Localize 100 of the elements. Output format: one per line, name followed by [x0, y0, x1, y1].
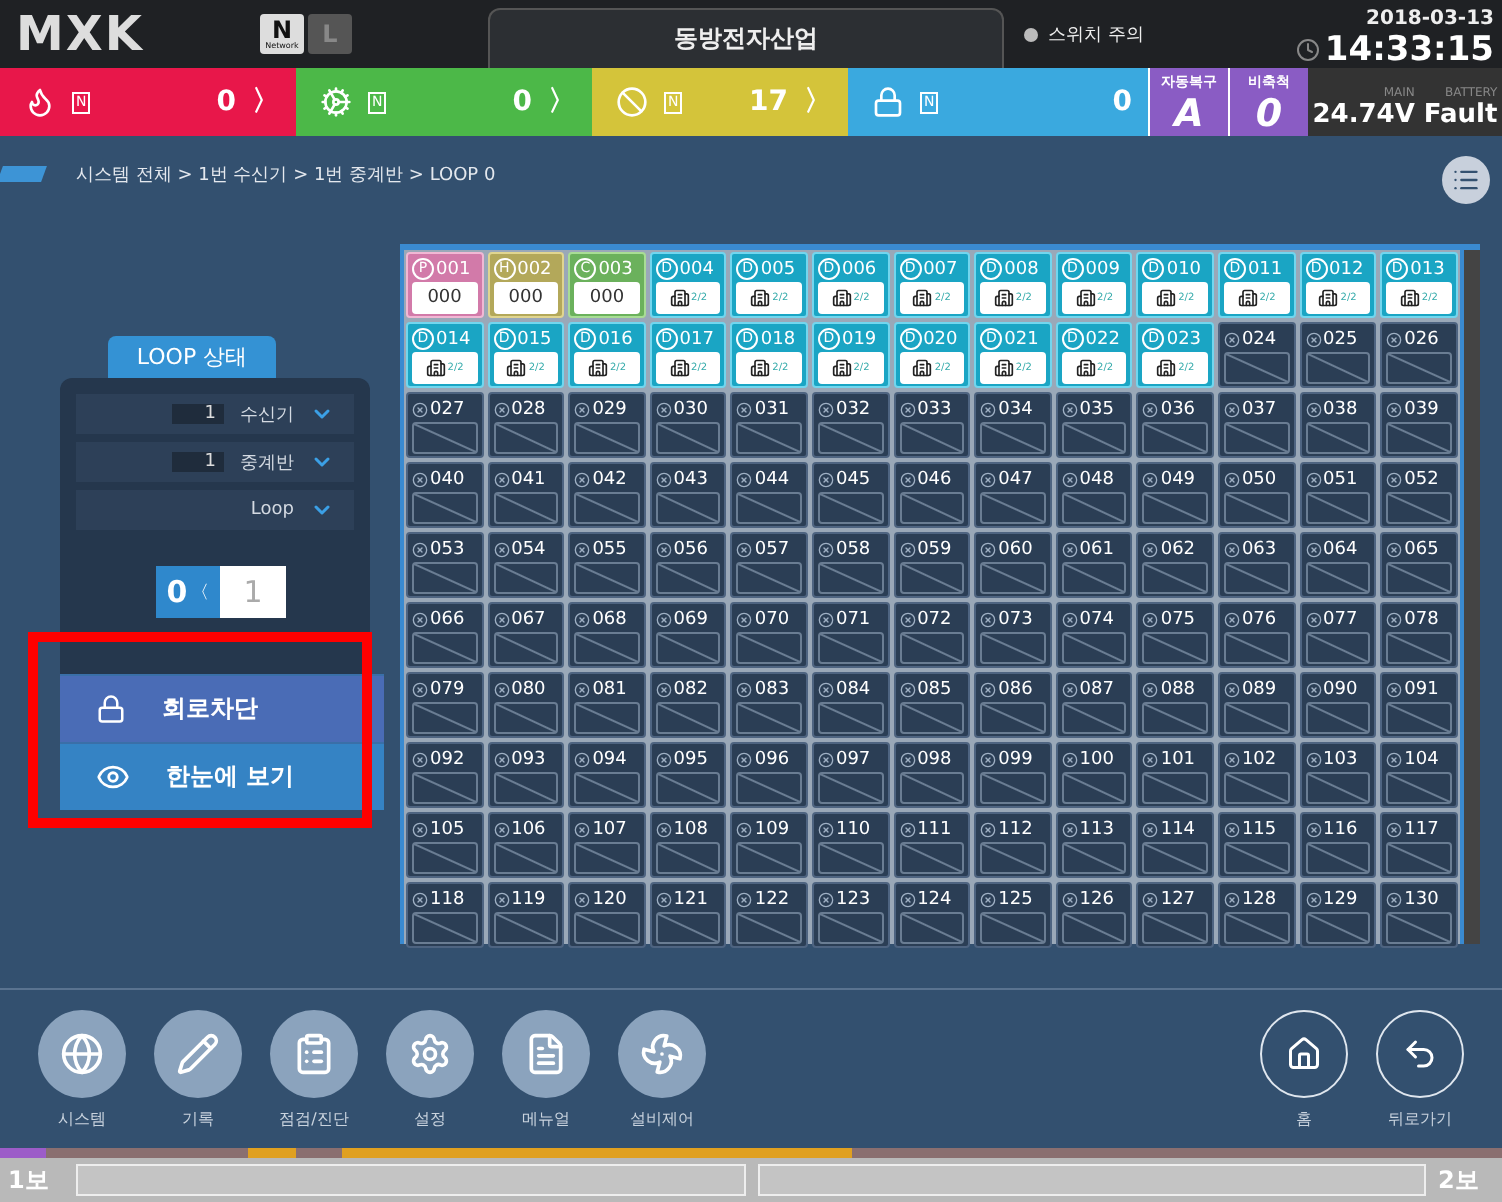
- device-cell[interactable]: 040: [406, 462, 484, 528]
- device-cell[interactable]: 034: [974, 392, 1052, 458]
- device-cell[interactable]: 110: [811, 812, 890, 878]
- device-cell[interactable]: 053: [406, 532, 484, 598]
- breadcrumb[interactable]: 시스템 전체 > 1번 수신기 > 1번 중계반 > LOOP 0: [76, 161, 496, 187]
- selector-dropdown[interactable]: 1 수신기: [76, 394, 354, 434]
- device-cell[interactable]: 105: [406, 812, 484, 878]
- device-cell[interactable]: 049: [1136, 462, 1214, 528]
- device-cell[interactable]: 116: [1299, 812, 1377, 878]
- device-cell[interactable]: 058: [811, 532, 890, 598]
- device-cell[interactable]: 044: [730, 462, 808, 528]
- device-cell[interactable]: 103: [1299, 742, 1377, 808]
- device-cell[interactable]: 093: [487, 742, 565, 808]
- device-cell[interactable]: 035: [1055, 392, 1133, 458]
- device-cell[interactable]: 068: [568, 602, 646, 668]
- device-cell[interactable]: 083: [730, 672, 808, 738]
- selector-dropdown[interactable]: Loop: [76, 490, 354, 530]
- device-cell[interactable]: 085: [893, 672, 971, 738]
- device-cell[interactable]: 090: [1299, 672, 1377, 738]
- device-cell[interactable]: 037: [1217, 392, 1296, 458]
- device-cell[interactable]: 042: [568, 462, 646, 528]
- device-cell[interactable]: 114: [1136, 812, 1214, 878]
- device-cell[interactable]: 060: [974, 532, 1052, 598]
- device-cell[interactable]: 070: [730, 602, 808, 668]
- device-cell[interactable]: 030: [649, 392, 727, 458]
- device-cell[interactable]: 124: [893, 882, 971, 948]
- device-cell[interactable]: 117: [1380, 812, 1458, 878]
- device-cell[interactable]: 029: [568, 392, 646, 458]
- device-cell[interactable]: 052: [1380, 462, 1458, 528]
- device-cell[interactable]: 108: [649, 812, 727, 878]
- device-cell[interactable]: 055: [568, 532, 646, 598]
- device-cell[interactable]: 096: [730, 742, 808, 808]
- device-cell[interactable]: 120: [568, 882, 646, 948]
- scrollbar[interactable]: [1463, 250, 1480, 944]
- device-cell[interactable]: 129: [1299, 882, 1377, 948]
- device-cell[interactable]: 118: [406, 882, 484, 948]
- circuit-block-button[interactable]: 회로차단: [60, 674, 384, 742]
- device-cell[interactable]: 122: [730, 882, 808, 948]
- device-cell[interactable]: 050: [1217, 462, 1296, 528]
- device-cell[interactable]: 046: [893, 462, 971, 528]
- device-cell[interactable]: 111: [893, 812, 971, 878]
- loop-selector[interactable]: 0〈 1: [156, 566, 286, 618]
- device-cell[interactable]: 119: [487, 882, 565, 948]
- device-cell[interactable]: 109: [730, 812, 808, 878]
- device-cell[interactable]: 078: [1380, 602, 1458, 668]
- device-cell[interactable]: 126: [1055, 882, 1133, 948]
- device-cell[interactable]: 059: [893, 532, 971, 598]
- device-cell[interactable]: 032: [811, 392, 890, 458]
- device-cell[interactable]: 024: [1217, 322, 1296, 388]
- device-cell[interactable]: 084: [811, 672, 890, 738]
- device-cell[interactable]: 048: [1055, 462, 1133, 528]
- device-cell[interactable]: 106: [487, 812, 565, 878]
- device-cell[interactable]: 045: [811, 462, 890, 528]
- device-cell[interactable]: 127: [1136, 882, 1214, 948]
- device-cell[interactable]: 097: [811, 742, 890, 808]
- device-cell[interactable]: 095: [649, 742, 727, 808]
- device-cell[interactable]: 069: [649, 602, 727, 668]
- device-cell[interactable]: 113: [1055, 812, 1133, 878]
- device-cell[interactable]: 062: [1136, 532, 1214, 598]
- device-cell[interactable]: 033: [893, 392, 971, 458]
- device-cell[interactable]: 066: [406, 602, 484, 668]
- device-cell[interactable]: 054: [487, 532, 565, 598]
- device-cell[interactable]: 123: [811, 882, 890, 948]
- device-cell[interactable]: 041: [487, 462, 565, 528]
- device-cell[interactable]: 098: [893, 742, 971, 808]
- device-cell[interactable]: 088: [1136, 672, 1214, 738]
- device-cell[interactable]: 072: [893, 602, 971, 668]
- device-cell[interactable]: 101: [1136, 742, 1214, 808]
- device-cell[interactable]: 073: [974, 602, 1052, 668]
- device-cell[interactable]: 075: [1136, 602, 1214, 668]
- device-cell[interactable]: 079: [406, 672, 484, 738]
- device-cell[interactable]: 027: [406, 392, 484, 458]
- device-cell[interactable]: 038: [1299, 392, 1377, 458]
- device-cell[interactable]: 091: [1380, 672, 1458, 738]
- device-cell[interactable]: 082: [649, 672, 727, 738]
- device-cell[interactable]: 064: [1299, 532, 1377, 598]
- device-cell[interactable]: 025: [1299, 322, 1377, 388]
- device-cell[interactable]: 081: [568, 672, 646, 738]
- device-cell[interactable]: 094: [568, 742, 646, 808]
- overview-button[interactable]: 한눈에 보기: [60, 742, 384, 810]
- device-cell[interactable]: 130: [1380, 882, 1458, 948]
- device-cell[interactable]: 056: [649, 532, 727, 598]
- device-cell[interactable]: 076: [1217, 602, 1296, 668]
- device-cell[interactable]: 102: [1217, 742, 1296, 808]
- device-cell[interactable]: 061: [1055, 532, 1133, 598]
- device-cell[interactable]: 065: [1380, 532, 1458, 598]
- device-cell[interactable]: 092: [406, 742, 484, 808]
- device-cell[interactable]: 128: [1217, 882, 1296, 948]
- device-cell[interactable]: 115: [1217, 812, 1296, 878]
- device-cell[interactable]: 043: [649, 462, 727, 528]
- device-cell[interactable]: 077: [1299, 602, 1377, 668]
- device-cell[interactable]: 099: [974, 742, 1052, 808]
- device-cell[interactable]: 028: [487, 392, 565, 458]
- device-cell[interactable]: 112: [974, 812, 1052, 878]
- device-cell[interactable]: 125: [974, 882, 1052, 948]
- device-cell[interactable]: 031: [730, 392, 808, 458]
- device-cell[interactable]: 074: [1055, 602, 1133, 668]
- device-cell[interactable]: 107: [568, 812, 646, 878]
- device-cell[interactable]: 051: [1299, 462, 1377, 528]
- selector-dropdown[interactable]: 1 중계반: [76, 442, 354, 482]
